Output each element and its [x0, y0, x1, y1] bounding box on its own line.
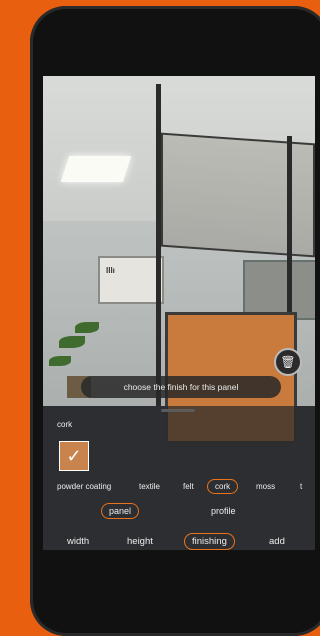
selected-finish-label: cork: [57, 420, 73, 429]
pinboard: [243, 260, 315, 320]
finish-option[interactable]: moss: [256, 482, 275, 491]
tab-width[interactable]: width: [67, 536, 89, 547]
finish-option[interactable]: powder coating: [57, 482, 111, 491]
tab-add[interactable]: add: [269, 536, 285, 547]
plant-leaf: [75, 322, 99, 333]
tab-profile[interactable]: profile: [211, 506, 236, 516]
camera-view[interactable]: lllı 🗑 choose the finish for this panel …: [43, 76, 315, 550]
trash-icon[interactable]: 🗑: [274, 348, 302, 376]
finish-option[interactable]: felt: [183, 482, 194, 491]
tab-panel[interactable]: panel: [101, 503, 140, 519]
plant-leaf: [49, 356, 71, 366]
ceiling-light: [60, 156, 132, 182]
finish-option[interactable]: t: [300, 482, 302, 491]
finish-option-selected[interactable]: cork: [207, 479, 239, 494]
finish-option[interactable]: textile: [139, 482, 160, 491]
plant-leaf: [59, 336, 85, 348]
tab-height[interactable]: height: [127, 536, 153, 547]
instruction-toast: choose the finish for this panel: [81, 376, 281, 398]
tab-finishing[interactable]: finishing: [184, 533, 235, 550]
finish-sheet: cork ✓ powder coating textile felt cork …: [43, 406, 315, 550]
board-text: lllı: [106, 266, 115, 275]
finish-swatch[interactable]: ✓: [59, 441, 89, 471]
wall-board: lllı: [98, 256, 164, 304]
check-icon: ✓: [66, 445, 82, 466]
